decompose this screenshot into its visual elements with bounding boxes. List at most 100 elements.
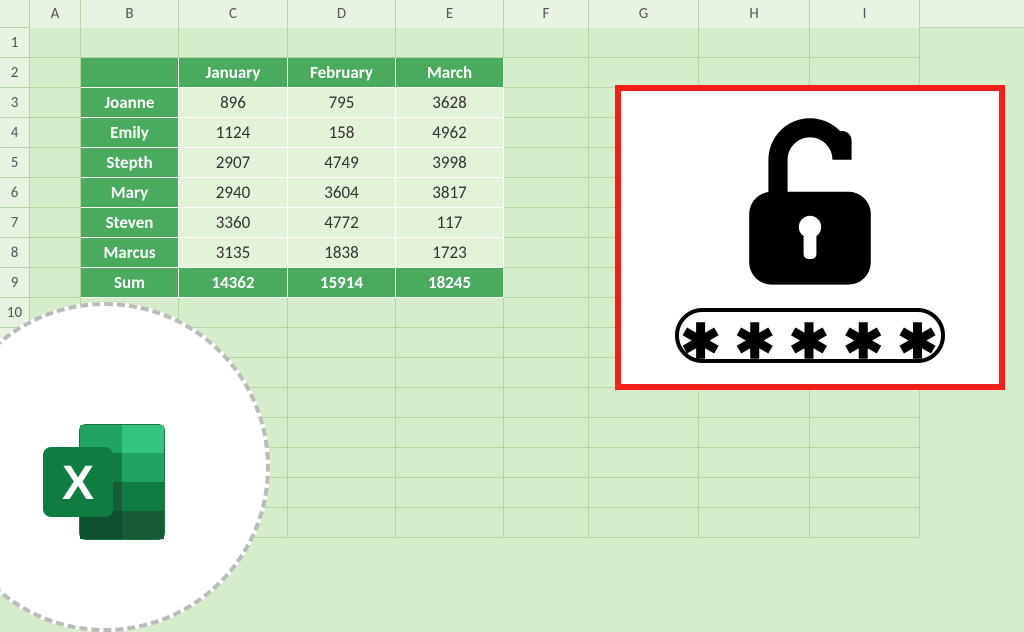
col-header-d[interactable]: D — [288, 0, 396, 28]
select-all-corner[interactable] — [0, 0, 30, 28]
row-header-joanne[interactable]: Joanne — [81, 88, 179, 118]
data-cell[interactable]: 3998 — [396, 148, 504, 178]
cell[interactable] — [810, 388, 920, 418]
data-cell[interactable]: 3628 — [396, 88, 504, 118]
data-cell[interactable]: 3360 — [179, 208, 288, 238]
cell[interactable] — [504, 118, 589, 148]
cell[interactable] — [396, 448, 504, 478]
cell[interactable] — [589, 28, 699, 58]
data-cell[interactable]: 3817 — [396, 178, 504, 208]
data-cell[interactable]: 1124 — [179, 118, 288, 148]
data-cell[interactable]: 1838 — [288, 238, 396, 268]
cell[interactable] — [504, 58, 589, 88]
data-cell[interactable]: 896 — [179, 88, 288, 118]
cell[interactable] — [810, 418, 920, 448]
data-cell[interactable]: 117 — [396, 208, 504, 238]
cell[interactable] — [504, 88, 589, 118]
row-header-9[interactable]: 9 — [0, 268, 30, 298]
cell[interactable] — [288, 508, 396, 538]
row-header-marcus[interactable]: Marcus — [81, 238, 179, 268]
col-header-g[interactable]: G — [589, 0, 699, 28]
cell[interactable] — [699, 478, 810, 508]
data-cell[interactable]: 4749 — [288, 148, 396, 178]
cell[interactable] — [396, 508, 504, 538]
cell[interactable] — [179, 298, 288, 328]
col-header-january[interactable]: January — [179, 58, 288, 88]
row-header-stepth[interactable]: Stepth — [81, 148, 179, 178]
cell[interactable] — [699, 388, 810, 418]
col-header-e[interactable]: E — [396, 0, 504, 28]
data-cell[interactable]: 3135 — [179, 238, 288, 268]
row-header-steven[interactable]: Steven — [81, 208, 179, 238]
cell[interactable] — [30, 208, 81, 238]
cell[interactable] — [288, 328, 396, 358]
cell[interactable] — [30, 178, 81, 208]
sum-february[interactable]: 15914 — [288, 268, 396, 298]
cell[interactable] — [504, 298, 589, 328]
data-cell[interactable]: 4962 — [396, 118, 504, 148]
cell[interactable] — [396, 388, 504, 418]
cell[interactable] — [30, 28, 81, 58]
cell[interactable] — [504, 268, 589, 298]
cell[interactable] — [699, 28, 810, 58]
row-header-3[interactable]: 3 — [0, 88, 30, 118]
cell[interactable] — [589, 388, 699, 418]
cell[interactable] — [396, 28, 504, 58]
cell[interactable] — [699, 418, 810, 448]
cell[interactable] — [810, 448, 920, 478]
row-header-emily[interactable]: Emily — [81, 118, 179, 148]
cell[interactable] — [396, 298, 504, 328]
cell[interactable] — [589, 58, 699, 88]
data-cell[interactable]: 2940 — [179, 178, 288, 208]
cell[interactable] — [30, 88, 81, 118]
cell[interactable] — [589, 478, 699, 508]
cell[interactable] — [504, 178, 589, 208]
row-header-1[interactable]: 1 — [0, 28, 30, 58]
cell[interactable] — [288, 28, 396, 58]
cell[interactable] — [504, 478, 589, 508]
cell[interactable] — [81, 28, 179, 58]
cell[interactable] — [179, 28, 288, 58]
table-corner[interactable] — [81, 58, 179, 88]
col-header-f[interactable]: F — [504, 0, 589, 28]
cell[interactable] — [288, 298, 396, 328]
data-cell[interactable]: 1723 — [396, 238, 504, 268]
cell[interactable] — [30, 268, 81, 298]
col-header-b[interactable]: B — [81, 0, 179, 28]
row-header-5[interactable]: 5 — [0, 148, 30, 178]
sum-january[interactable]: 14362 — [179, 268, 288, 298]
col-header-march[interactable]: March — [396, 58, 504, 88]
cell[interactable] — [699, 448, 810, 478]
cell[interactable] — [504, 418, 589, 448]
cell[interactable] — [396, 328, 504, 358]
cell[interactable] — [504, 448, 589, 478]
col-header-c[interactable]: C — [179, 0, 288, 28]
cell[interactable] — [504, 328, 589, 358]
cell[interactable] — [589, 418, 699, 448]
cell[interactable] — [30, 148, 81, 178]
cell[interactable] — [810, 508, 920, 538]
cell[interactable] — [288, 448, 396, 478]
data-cell[interactable]: 2907 — [179, 148, 288, 178]
col-header-a[interactable]: A — [30, 0, 81, 28]
cell[interactable] — [504, 508, 589, 538]
cell[interactable] — [504, 388, 589, 418]
cell[interactable] — [396, 358, 504, 388]
cell[interactable] — [810, 28, 920, 58]
col-header-i[interactable]: I — [810, 0, 920, 28]
cell[interactable] — [504, 208, 589, 238]
cell[interactable] — [288, 478, 396, 508]
col-header-february[interactable]: February — [288, 58, 396, 88]
cell[interactable] — [810, 58, 920, 88]
cell[interactable] — [504, 28, 589, 58]
col-header-h[interactable]: H — [699, 0, 810, 28]
cell[interactable] — [30, 118, 81, 148]
cell[interactable] — [504, 148, 589, 178]
cell[interactable] — [30, 238, 81, 268]
data-cell[interactable]: 4772 — [288, 208, 396, 238]
cell[interactable] — [288, 418, 396, 448]
cell[interactable] — [504, 358, 589, 388]
row-header-2[interactable]: 2 — [0, 58, 30, 88]
cell[interactable] — [504, 238, 589, 268]
sum-march[interactable]: 18245 — [396, 268, 504, 298]
